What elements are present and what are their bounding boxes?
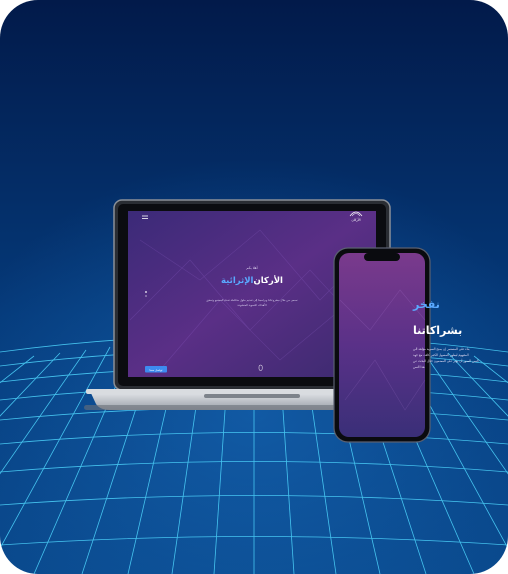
phone-paragraph-line: النص الصور أن يؤثر على المضمون خلال البح… <box>413 358 479 363</box>
phone-heading-line2: بشراكاتنا <box>413 324 462 337</box>
hero-title: الأركان الإثرائية <box>221 275 283 286</box>
cta-button[interactable]: تواصل معنا <box>145 366 167 373</box>
device-mockup-scene: الأركان أهلا بكم الأركان الإثرائية نسعى … <box>0 0 508 574</box>
phone-paragraph-line: هذا النص <box>413 365 425 369</box>
trackpad-notch <box>204 394 300 398</box>
phone-heading-line1: نفخر <box>412 298 440 311</box>
hero-desc-line2: الأهداف التنموية المنشودة <box>238 303 267 307</box>
cta-label: تواصل معنا <box>149 368 162 372</box>
slider-dot[interactable] <box>145 291 147 293</box>
phone-screen <box>339 253 425 437</box>
logo-text: الأركان <box>351 217 360 222</box>
slider-dot[interactable] <box>145 295 147 297</box>
hero-small-text: أهلا بكم <box>246 265 257 270</box>
phone-notch <box>364 253 400 261</box>
